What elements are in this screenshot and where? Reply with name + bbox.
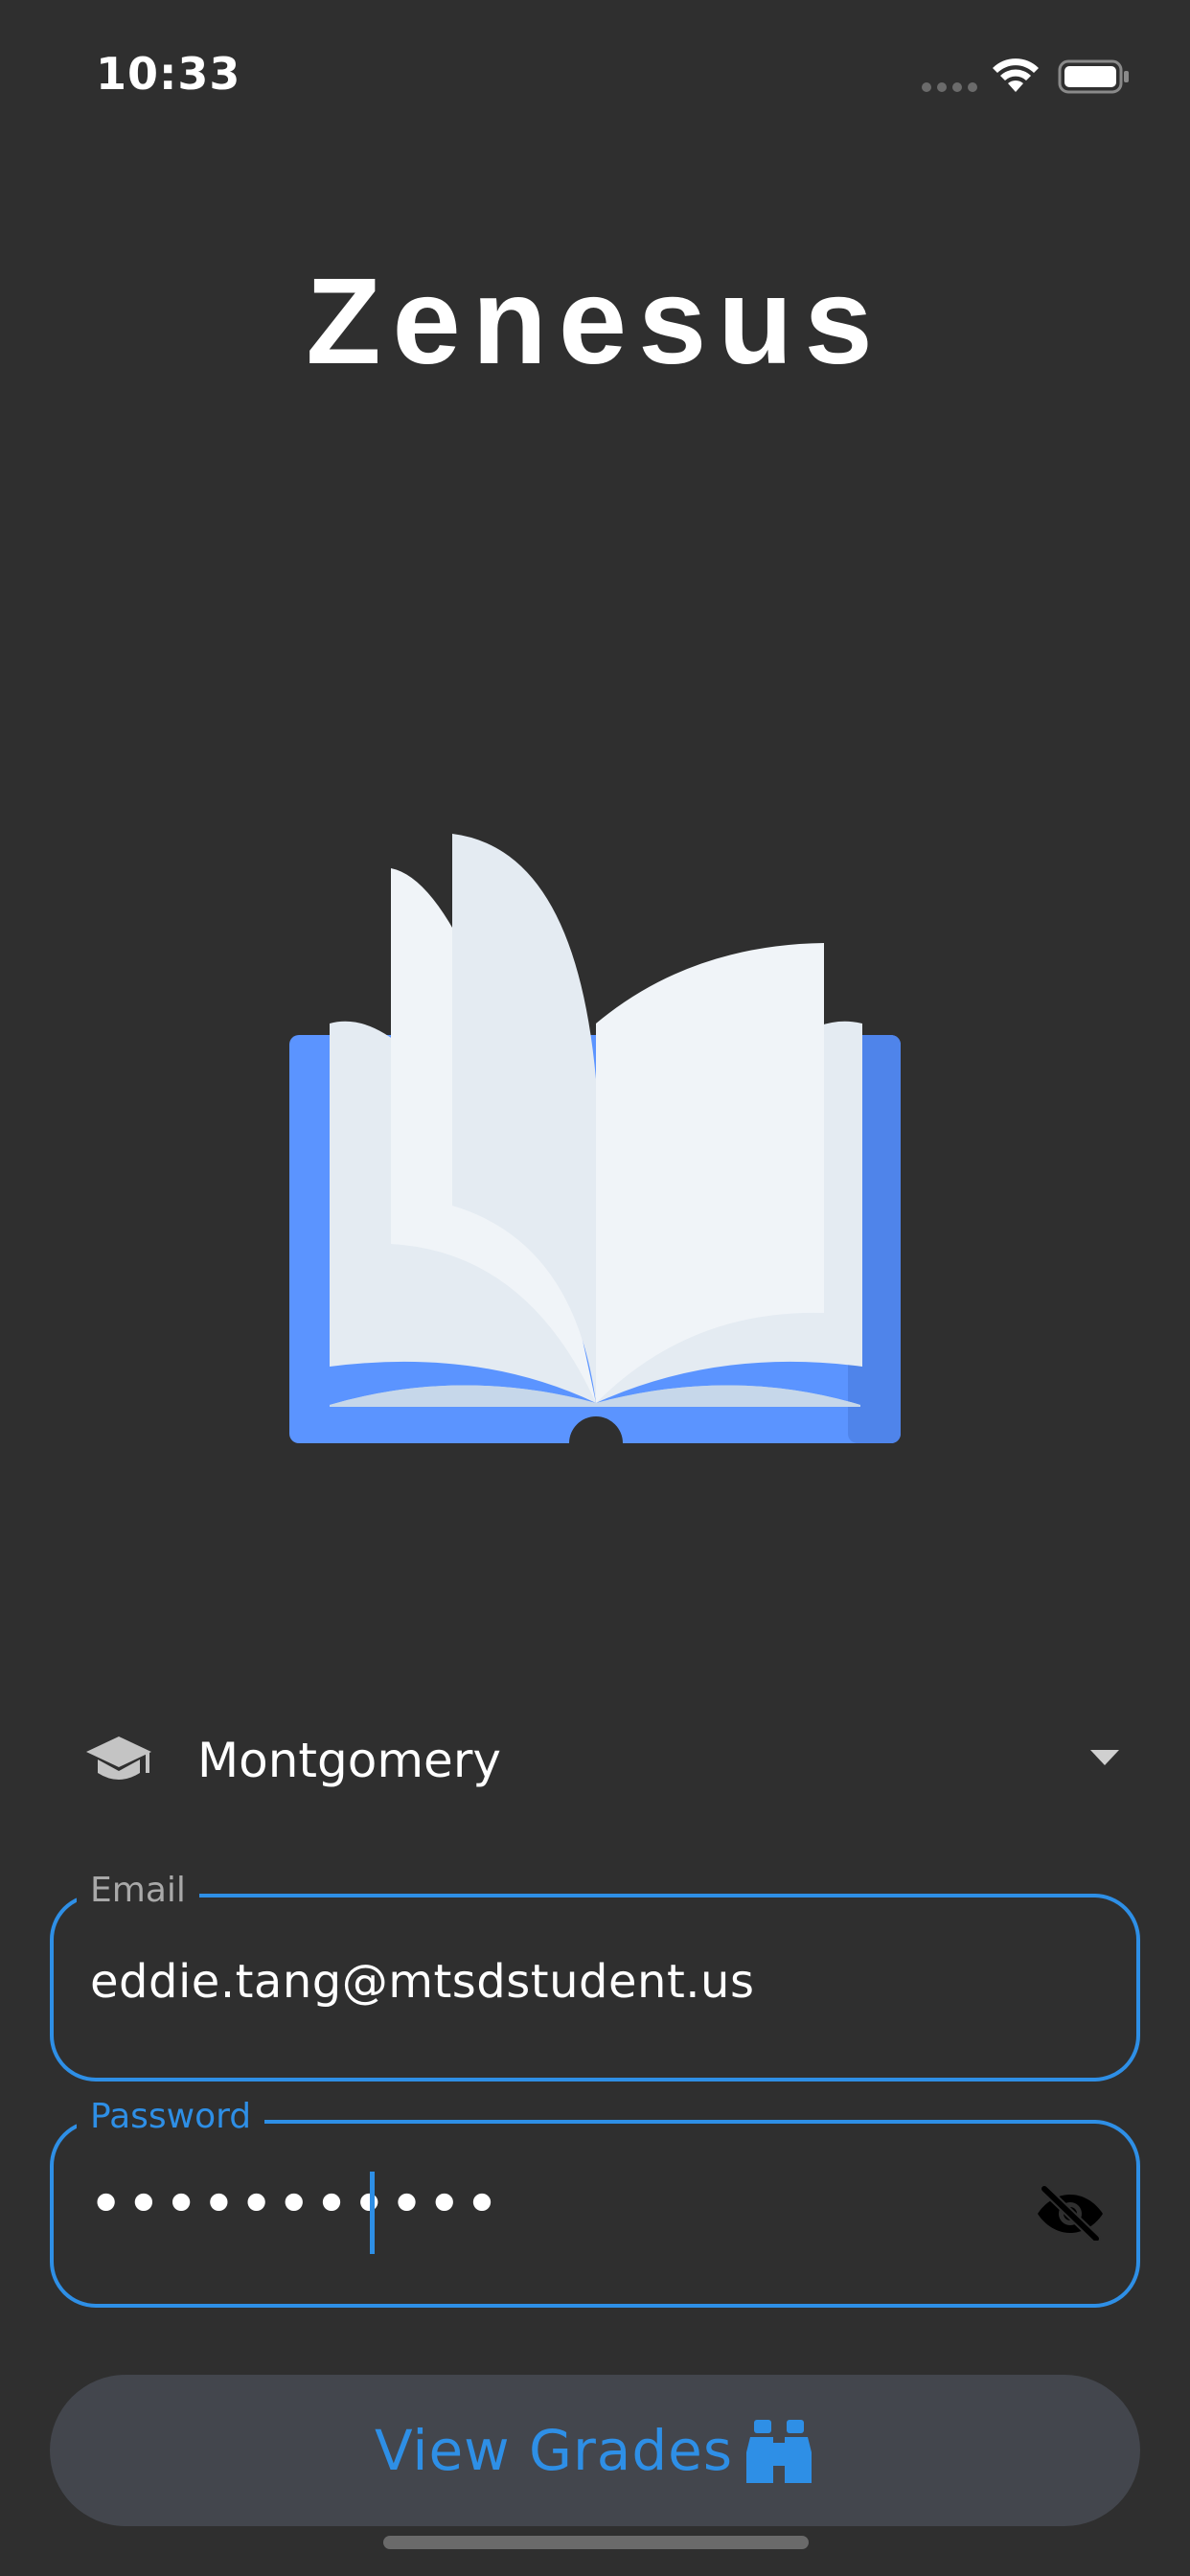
chevron-down-icon[interactable] [1088, 1748, 1121, 1767]
home-indicator[interactable] [383, 2536, 809, 2549]
open-book-icon [289, 834, 901, 1443]
school-dropdown[interactable]: Montgomery [84, 1715, 1129, 1806]
view-grades-label: View Grades [374, 2418, 734, 2483]
wifi-icon [993, 58, 1039, 92]
view-grades-button[interactable]: View Grades [50, 2375, 1140, 2526]
status-time: 10:33 [96, 48, 241, 100]
binoculars-icon [746, 2420, 812, 2483]
eye-off-icon[interactable] [1035, 2183, 1106, 2241]
email-input[interactable]: eddie.tang@mtsdstudent.us [90, 1955, 754, 2009]
password-field[interactable]: Password ••••••••••• [50, 2091, 1140, 2308]
cellular-signal-icon [922, 82, 977, 92]
graduation-cap-icon [86, 1736, 151, 1780]
school-selected-value: Montgomery [197, 1733, 501, 1788]
battery-icon [1058, 59, 1129, 94]
status-bar: 10:33 [0, 0, 1190, 144]
password-input[interactable]: ••••••••••• [90, 2175, 504, 2233]
password-label: Password [77, 2091, 265, 2143]
email-label: Email [77, 1865, 199, 1917]
app-title: Zenesus [306, 253, 884, 390]
email-field[interactable]: Email eddie.tang@mtsdstudent.us [50, 1865, 1140, 2082]
text-caret [370, 2172, 375, 2254]
